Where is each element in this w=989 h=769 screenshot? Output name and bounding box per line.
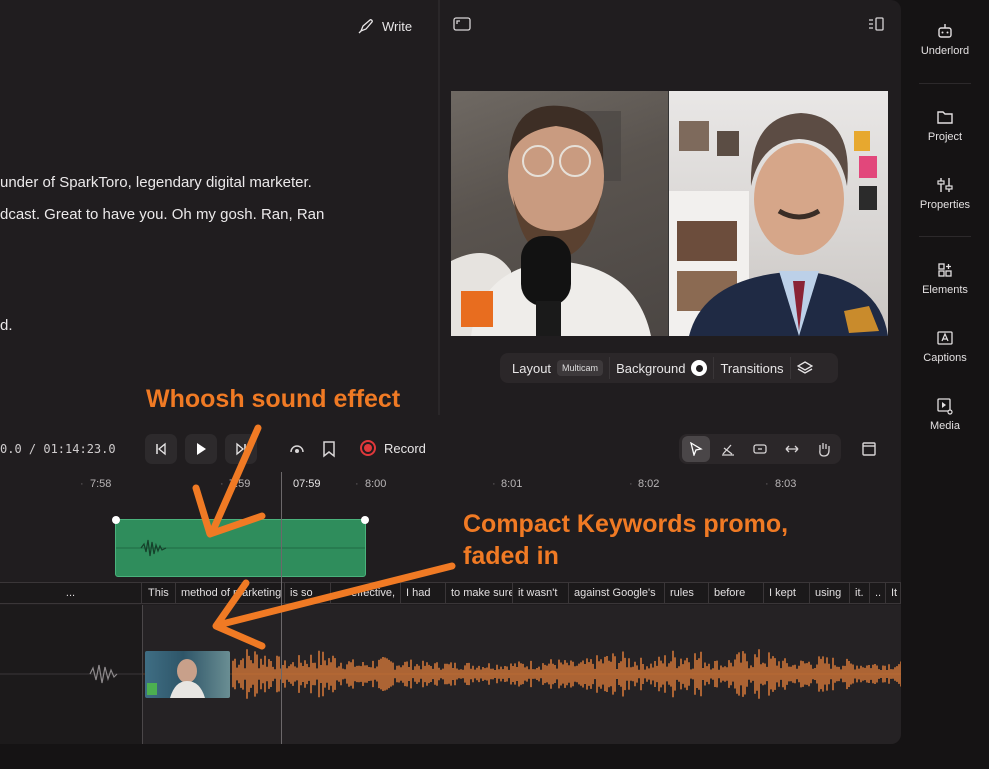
elements-icon — [938, 263, 952, 277]
sidebar-label: Captions — [923, 352, 967, 364]
sidebar-label: Project — [927, 131, 963, 143]
sidebar-item-properties[interactable]: Properties — [909, 176, 981, 211]
sidebar-label: Underlord — [920, 45, 970, 57]
folder-icon — [937, 111, 953, 124]
sidebar-item-media[interactable]: Media — [909, 397, 981, 432]
sidebar-item-underlord[interactable]: Underlord — [909, 22, 981, 57]
editor-panel: Write under of SparkToro, legendary digi… — [0, 0, 901, 744]
annotation-arrows — [192, 424, 456, 650]
captions-icon — [937, 331, 953, 345]
sidebar-label: Media — [930, 420, 960, 432]
sidebar-label: Elements — [922, 284, 968, 296]
robot-icon — [938, 24, 952, 38]
sidebar-item-captions[interactable]: Captions — [909, 329, 981, 364]
sidebar-item-elements[interactable]: Elements — [909, 261, 981, 296]
divider — [919, 236, 971, 237]
divider — [919, 83, 971, 84]
sliders-icon — [937, 178, 953, 192]
media-icon — [937, 398, 953, 415]
sidebar-item-project[interactable]: Project — [909, 108, 981, 143]
sidebar-label: Properties — [919, 199, 971, 211]
